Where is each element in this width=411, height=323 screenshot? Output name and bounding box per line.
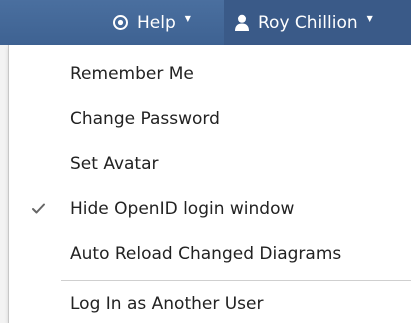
help-menu-label: Help (137, 12, 176, 33)
help-menu-button[interactable]: Help ▼ (112, 0, 191, 45)
user-icon (234, 14, 250, 31)
user-menu-button[interactable]: Roy Chillion ▼ (224, 0, 411, 45)
menu-item-label: Hide OpenID login window (70, 199, 295, 219)
menu-item-label: Auto Reload Changed Diagrams (70, 244, 342, 264)
menu-item-label: Change Password (70, 109, 220, 129)
top-navigation-bar: Help ▼ Roy Chillion ▼ (0, 0, 411, 45)
checkmark-icon (31, 201, 46, 221)
user-dropdown-menu: Remember Me Change Password Set Avatar H… (8, 45, 411, 323)
menu-item-label: Log In as Another User (70, 294, 264, 314)
eye-circle-icon (112, 14, 129, 31)
menu-item-set-avatar[interactable]: Set Avatar (9, 147, 411, 181)
menu-item-remember-me[interactable]: Remember Me (9, 57, 411, 91)
menu-item-auto-reload-changed-diagrams[interactable]: Auto Reload Changed Diagrams (9, 237, 411, 271)
caret-down-icon: ▼ (366, 14, 373, 23)
menu-divider (61, 280, 411, 281)
menu-item-change-password[interactable]: Change Password (9, 102, 411, 136)
caret-down-icon: ▼ (184, 14, 191, 23)
menu-item-label: Set Avatar (70, 154, 159, 174)
user-menu-label: Roy Chillion (258, 12, 358, 33)
menu-item-label: Remember Me (70, 64, 194, 84)
menu-item-log-in-as-another-user[interactable]: Log In as Another User (9, 287, 411, 321)
menu-item-hide-openid-login-window[interactable]: Hide OpenID login window (9, 192, 411, 226)
